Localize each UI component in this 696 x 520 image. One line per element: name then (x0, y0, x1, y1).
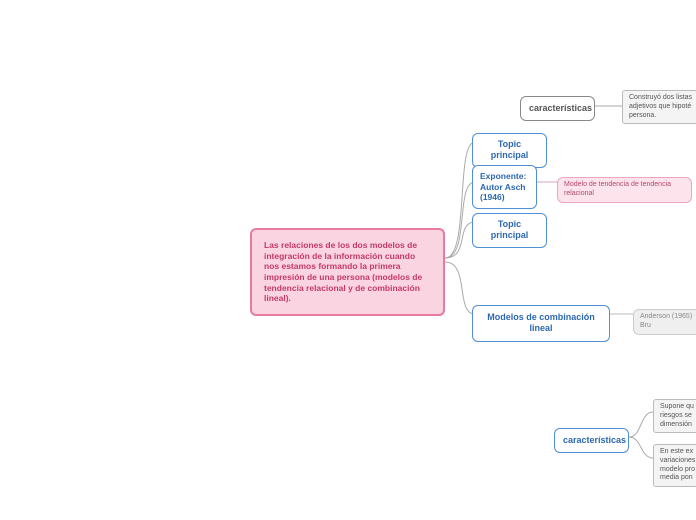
node-construyo[interactable]: Construyó dos listas adjetivos que hipot… (622, 90, 696, 124)
node-caracteristicas-bottom[interactable]: características (554, 428, 629, 453)
node-caracteristicas-top[interactable]: características (520, 96, 595, 121)
root-node[interactable]: Las relaciones de los dos modelos de int… (250, 228, 445, 316)
node-label: Modelos de combinación lineal (487, 312, 595, 333)
node-label: Topic principal (491, 219, 529, 240)
node-label: Anderson (1965) Bru (640, 313, 692, 329)
node-label: características (529, 103, 592, 113)
node-label: características (563, 435, 626, 445)
node-topic-principal-1[interactable]: Topic principal (472, 133, 547, 168)
node-label: En este ex variaciones modelo pro media … (660, 448, 695, 481)
node-supone[interactable]: Supone qu riesgos se dimensión (653, 399, 696, 433)
root-text: Las relaciones de los dos modelos de int… (264, 240, 422, 303)
node-label: Topic principal (491, 139, 529, 160)
node-combinacion-lineal[interactable]: Modelos de combinación lineal (472, 305, 610, 342)
node-topic-principal-2[interactable]: Topic principal (472, 213, 547, 248)
node-label: Modelo de tendencia de tendencia relacio… (564, 181, 671, 197)
node-modelo-relacional[interactable]: Modelo de tendencia de tendencia relacio… (557, 177, 692, 203)
node-en-este[interactable]: En este ex variaciones modelo pro media … (653, 444, 696, 487)
node-exponente-asch[interactable]: Exponente: Autor Asch (1946) (472, 165, 537, 209)
node-label: Exponente: Autor Asch (1946) (480, 171, 526, 202)
node-label: Supone qu riesgos se dimensión (660, 403, 694, 428)
node-label: Construyó dos listas adjetivos que hipot… (629, 94, 692, 119)
node-anderson[interactable]: Anderson (1965) Bru (633, 309, 696, 335)
